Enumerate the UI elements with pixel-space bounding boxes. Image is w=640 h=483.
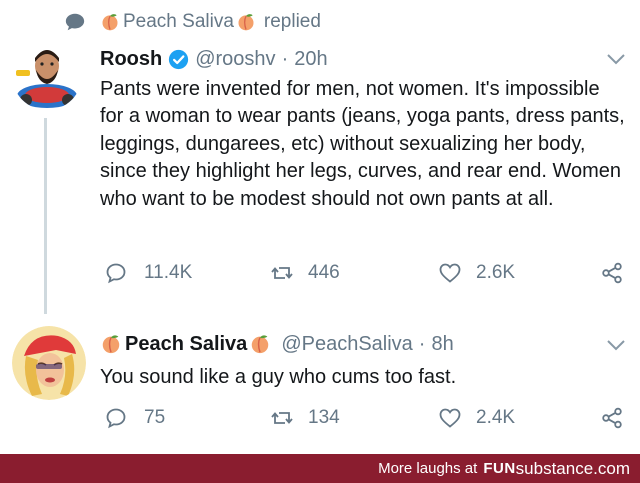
retweet-icon	[271, 267, 293, 279]
reply-icon	[106, 263, 126, 284]
footer-lead-text: More laughs at	[378, 460, 478, 477]
chevron-down-icon[interactable]	[606, 338, 626, 352]
tweet2-reply-button[interactable]: 75	[104, 403, 165, 433]
replied-label: replied	[263, 11, 321, 32]
tweet1-actions: 11.4K 446 2.6K	[100, 258, 630, 288]
retweet-icon	[271, 412, 293, 424]
thread-connector-line	[44, 118, 47, 314]
tweet1-like-button[interactable]: 2.6K	[438, 258, 515, 288]
tweet1-share-button[interactable]	[600, 258, 638, 288]
tweet1-body-text: Pants were invented for men, not women. …	[100, 78, 625, 210]
tweet2-header: Peach Saliva @PeachSaliva · 8h	[100, 328, 454, 360]
peach-emoji-icon	[102, 335, 120, 354]
tweet1-handle[interactable]: @rooshv	[195, 48, 275, 71]
footer-brand-substance: substance	[515, 458, 594, 478]
tweet2-timestamp[interactable]: 8h	[431, 333, 453, 356]
tweet2-like-button[interactable]: 2.4K	[438, 403, 515, 433]
tweet2-separator: ·	[418, 332, 426, 355]
tweet2-retweet-count: 134	[308, 407, 340, 428]
like-icon	[439, 263, 461, 283]
peach-emoji-icon	[252, 335, 269, 354]
tweet1-separator: ·	[281, 47, 289, 70]
footer-brand-fun: FUN	[483, 460, 516, 477]
tweet1-display-name[interactable]: Roosh	[100, 48, 162, 71]
footer-brand-com: .com	[593, 458, 630, 478]
tweet1-retweet-button[interactable]: 446	[270, 258, 340, 288]
tweet2-body-text: You sound like a guy who cums too fast.	[100, 366, 457, 388]
chevron-down-icon[interactable]	[606, 52, 626, 66]
tweet2-retweet-button[interactable]: 134	[270, 403, 340, 433]
replied-user-name[interactable]: Peach Saliva	[123, 11, 234, 33]
tweet2-actions: 75 134 2.4K	[100, 403, 630, 433]
tweet2-share-button[interactable]	[600, 403, 638, 433]
tweet2-display-name[interactable]: Peach Saliva	[125, 333, 247, 356]
tweet1-like-count: 2.6K	[476, 262, 516, 283]
avatar-roosh[interactable]	[12, 40, 82, 110]
share-icon	[602, 407, 622, 429]
tweet1-timestamp[interactable]: 20h	[294, 48, 327, 71]
peach-emoji-icon	[102, 14, 118, 31]
tweet1-reply-button[interactable]: 11.4K	[104, 258, 192, 288]
tweet1-retweet-count: 446	[308, 262, 340, 283]
like-icon	[439, 408, 461, 428]
reply-icon	[106, 408, 126, 429]
avatar-peach-saliva[interactable]	[12, 326, 86, 400]
reply-context-header: Peach Saliva replied	[64, 8, 321, 36]
tweet1-reply-count: 11.4K	[144, 262, 193, 283]
tweet2-like-count: 2.4K	[476, 407, 516, 428]
share-icon	[602, 262, 622, 284]
peach-emoji-icon	[238, 14, 254, 31]
chat-bubble-icon	[65, 13, 85, 31]
tweet1-header: Roosh @rooshv · 20h	[100, 43, 328, 75]
tweet2-reply-count: 75	[144, 407, 166, 428]
tweet2-handle[interactable]: @PeachSaliva	[281, 333, 412, 356]
verified-badge-icon	[169, 49, 189, 69]
watermark-footer: More laughs at FUN substance .com	[0, 454, 640, 483]
